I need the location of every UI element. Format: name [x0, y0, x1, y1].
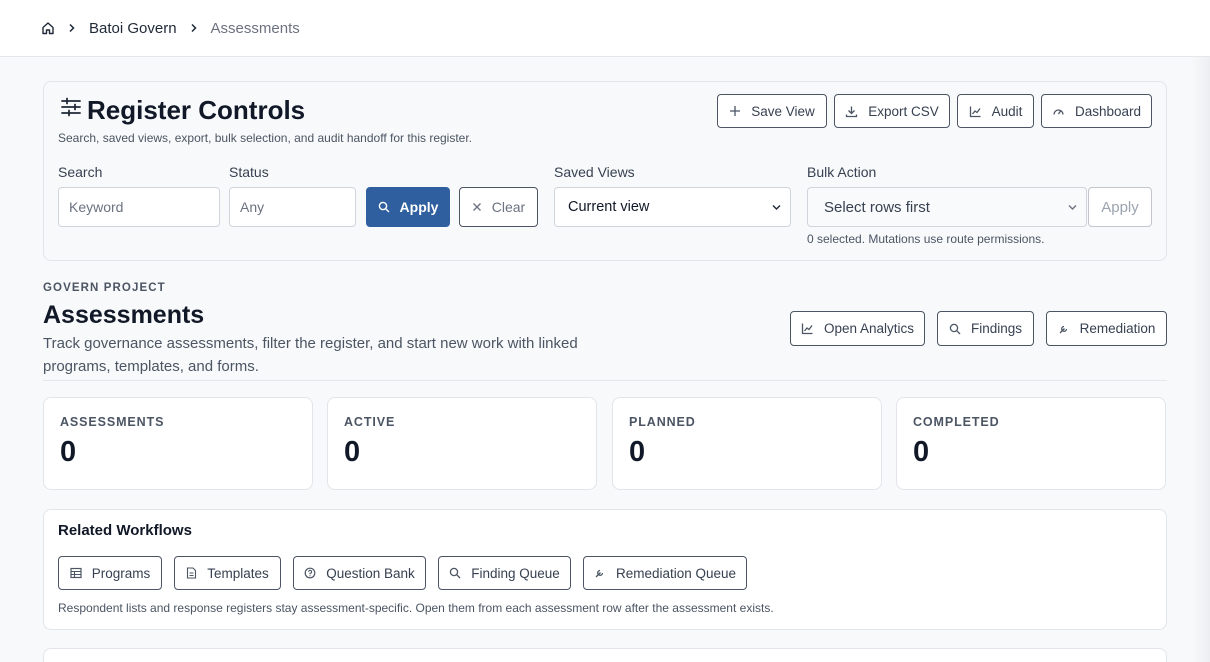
- chart-line-icon: [969, 106, 981, 117]
- page-description-line2: programs, templates, and forms.: [43, 358, 259, 375]
- programs-link[interactable]: Programs: [58, 556, 162, 590]
- stat-card-active: ACTIVE 0: [327, 397, 597, 490]
- sliders-icon: [60, 97, 82, 122]
- bulk-action-select[interactable]: Select rows first: [807, 187, 1087, 227]
- findings-button[interactable]: Findings: [937, 311, 1034, 346]
- search-icon: [378, 201, 390, 213]
- bulk-action-label: Bulk Action: [807, 164, 877, 180]
- related-workflows-title: Related Workflows: [58, 522, 192, 539]
- breadcrumb-current: Assessments: [210, 19, 300, 37]
- register-controls-subtitle: Search, saved views, export, bulk select…: [58, 131, 473, 145]
- stat-label: PLANNED: [629, 415, 696, 429]
- templates-link[interactable]: Templates: [174, 556, 281, 590]
- stat-label: ASSESSMENTS: [60, 415, 165, 429]
- stat-card-completed: COMPLETED 0: [896, 397, 1166, 490]
- page-description-line1: Track governance assessments, filter the…: [43, 335, 578, 352]
- stat-value: 0: [913, 436, 930, 468]
- chevron-down-icon: [1067, 202, 1078, 213]
- stat-value: 0: [344, 436, 361, 468]
- page-title: Assessments: [43, 301, 205, 329]
- breadcrumb-project[interactable]: Batoi Govern: [89, 20, 177, 37]
- chevron-right-icon: [189, 23, 199, 33]
- saved-views-select[interactable]: Current view: [554, 187, 791, 227]
- stat-card-planned: PLANNED 0: [612, 397, 882, 490]
- wrench-icon: [595, 569, 604, 578]
- header-divider: [43, 380, 1167, 381]
- remediation-button[interactable]: Remediation: [1046, 311, 1167, 346]
- stat-value: 0: [60, 436, 77, 468]
- search-input[interactable]: Keyword: [58, 187, 220, 227]
- saved-views-label: Saved Views: [554, 164, 635, 180]
- search-label: Search: [58, 164, 103, 180]
- register-table-panel: [43, 648, 1167, 662]
- register-controls-title: Register Controls: [87, 95, 306, 125]
- chart-line-icon: [801, 323, 813, 335]
- search-icon: [449, 567, 461, 579]
- file-text-icon: [187, 567, 197, 579]
- stat-card-assessments: ASSESSMENTS 0: [43, 397, 313, 490]
- top-bar: Batoi Govern Assessments: [0, 0, 1210, 57]
- stat-value: 0: [629, 436, 646, 468]
- finding-queue-link[interactable]: Finding Queue: [438, 556, 571, 590]
- dashboard-button[interactable]: Dashboard: [1041, 94, 1152, 128]
- table-icon: [70, 567, 82, 579]
- open-analytics-button[interactable]: Open Analytics: [790, 311, 925, 346]
- home-icon[interactable]: [41, 21, 55, 35]
- wrench-icon: [1059, 325, 1067, 333]
- audit-button[interactable]: Audit: [957, 94, 1034, 128]
- apply-filter-button[interactable]: Apply: [366, 187, 450, 227]
- close-icon: [472, 203, 481, 211]
- scroll-shade: [1192, 57, 1210, 662]
- status-input[interactable]: Any: [229, 187, 356, 227]
- section-eyebrow: GOVERN PROJECT: [43, 282, 166, 294]
- status-label: Status: [229, 164, 269, 180]
- gauge-icon: [1053, 108, 1064, 115]
- plus-icon: [730, 106, 741, 116]
- selection-note: 0 selected. Mutations use route permissi…: [807, 232, 1045, 246]
- chevron-down-icon: [771, 202, 782, 213]
- stat-label: COMPLETED: [913, 415, 1000, 429]
- chevron-right-icon: [67, 23, 77, 33]
- download-icon: [846, 106, 858, 117]
- question-bank-link[interactable]: Question Bank: [293, 556, 426, 590]
- related-workflows-note: Respondent lists and response registers …: [58, 601, 774, 615]
- question-circle-icon: [304, 567, 316, 579]
- export-csv-button[interactable]: Export CSV: [834, 94, 950, 128]
- search-icon: [949, 323, 961, 334]
- remediation-queue-link[interactable]: Remediation Queue: [583, 556, 747, 590]
- stat-label: ACTIVE: [344, 415, 396, 429]
- save-view-button[interactable]: Save View: [717, 94, 827, 128]
- clear-filter-button[interactable]: Clear: [459, 187, 538, 227]
- bulk-apply-button[interactable]: Apply: [1088, 187, 1152, 227]
